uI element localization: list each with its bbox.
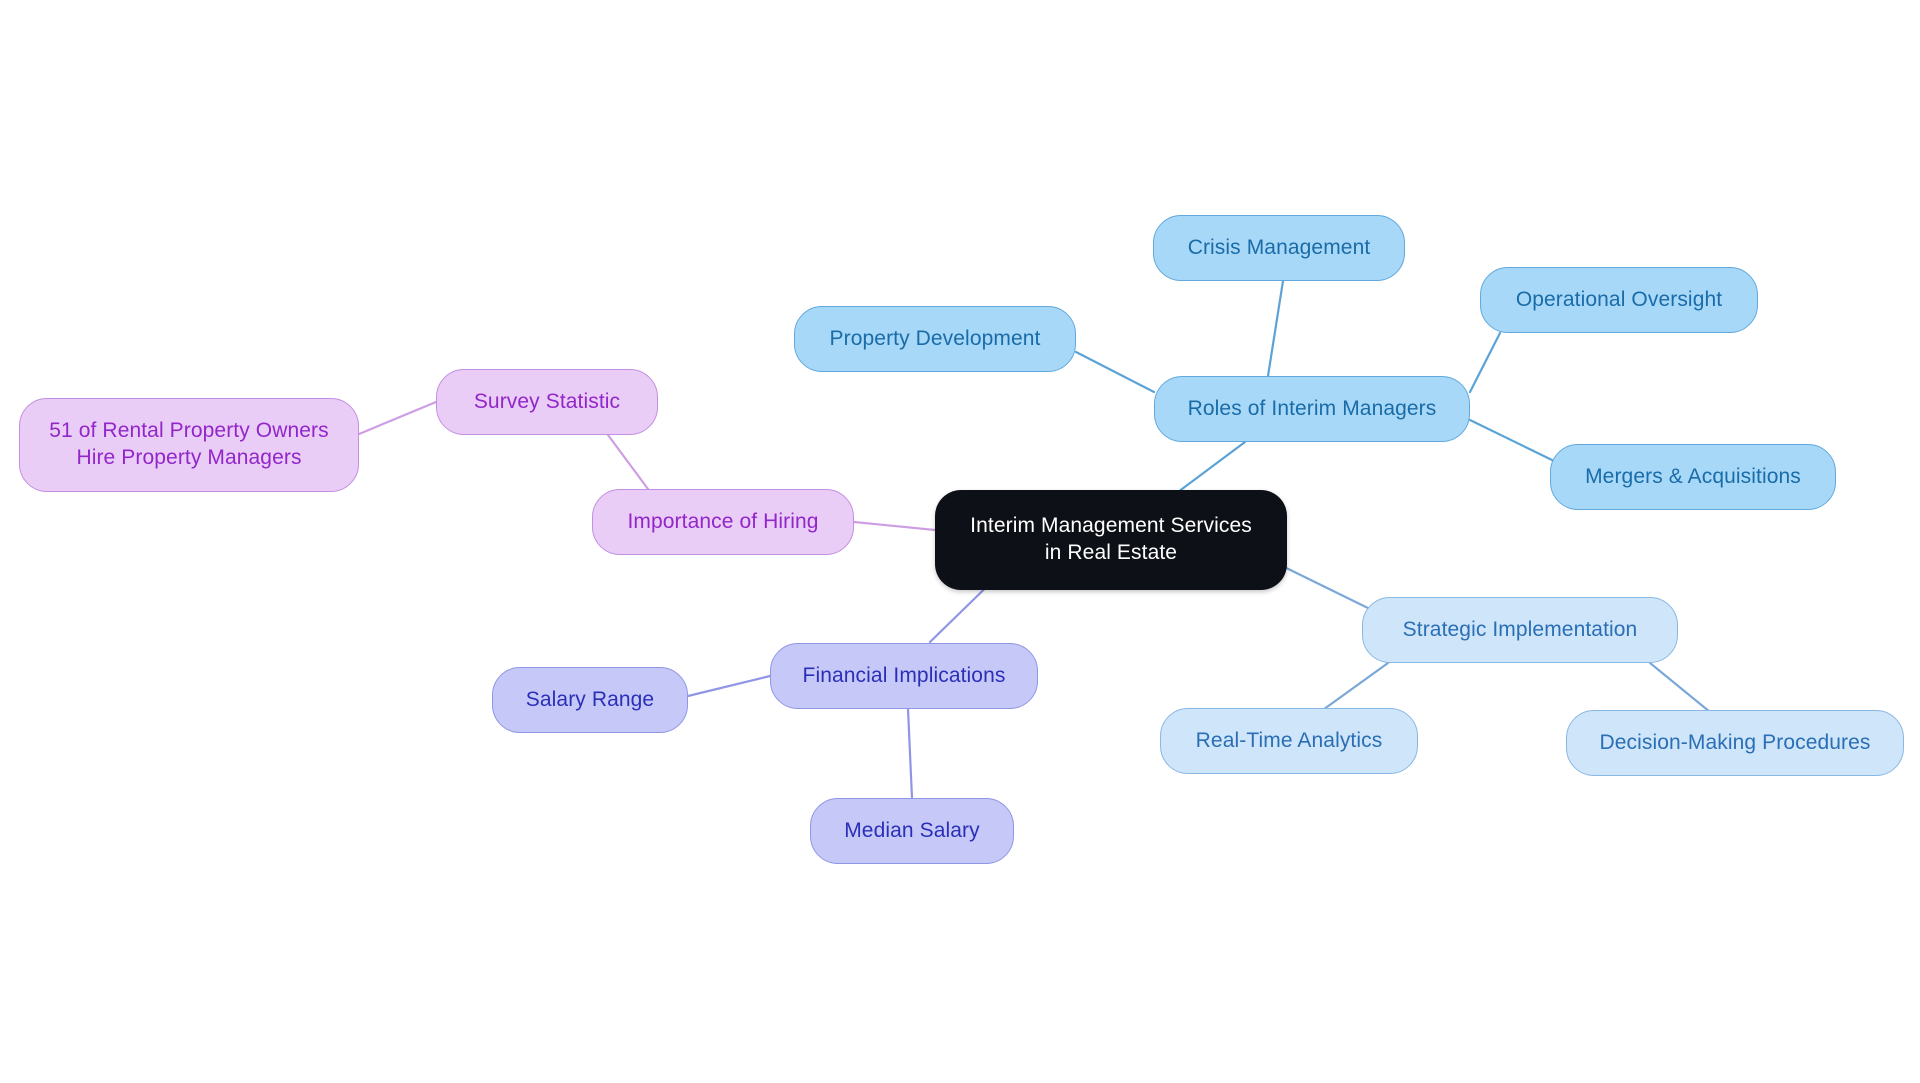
mindmap-node-decision-making-procedures[interactable]: Decision-Making Procedures (1566, 710, 1904, 776)
mindmap-node-operational-oversight[interactable]: Operational Oversight (1480, 267, 1758, 333)
mindmap-node-salary-range[interactable]: Salary Range (492, 667, 688, 733)
edge-root-roles (1176, 440, 1247, 494)
mindmap-node-importance-of-hiring[interactable]: Importance of Hiring (592, 489, 854, 555)
mindmap-node-strategic-implementation[interactable]: Strategic Implementation (1362, 597, 1678, 663)
mindmap-node-mergers-acquisitions[interactable]: Mergers & Acquisitions (1550, 444, 1836, 510)
mindmap-node-property-development[interactable]: Property Development (794, 306, 1076, 372)
edge-roles-mergers (1468, 418, 1554, 462)
edge-strategic-decision (1648, 661, 1712, 714)
edge-roles-operational (1468, 331, 1502, 394)
mindmap-node-label: Real-Time Analytics (1195, 728, 1383, 752)
mindmap-node-root[interactable]: Interim Management Services in Real Esta… (935, 490, 1287, 590)
mindmap-node-survey-statistic[interactable]: Survey Statistic (436, 369, 658, 435)
edge-strategic-analytics (1318, 661, 1390, 714)
mindmap-node-label: Financial Implications (802, 663, 1006, 687)
mindmap-node-label: Crisis Management (1187, 235, 1371, 259)
mindmap-node-label: Strategic Implementation (1402, 617, 1638, 641)
mindmap-node-label: Salary Range (525, 687, 655, 711)
edge-survey-stat (357, 400, 438, 436)
mindmap-node-label: Mergers & Acquisitions (1585, 464, 1801, 488)
mindmap-node-label: Roles of Interim Managers (1187, 396, 1437, 420)
edge-root-importance (852, 520, 937, 532)
edge-importance-survey (606, 433, 650, 491)
mindmap-node-label: Decision-Making Procedures (1599, 730, 1871, 754)
mindmap-node-label: Property Development (829, 326, 1041, 350)
mindmap-node-crisis-management[interactable]: Crisis Management (1153, 215, 1405, 281)
mindmap-node-label: Operational Oversight (1515, 287, 1723, 311)
mindmap-node-label: Interim Management Services in Real Esta… (970, 514, 1252, 564)
mindmap-node-roles[interactable]: Roles of Interim Managers (1154, 376, 1470, 442)
mindmap-node-rental-property-owners-stat[interactable]: 51 of Rental Property Owners Hire Proper… (19, 398, 359, 492)
mindmap-node-label: Survey Statistic (473, 389, 621, 413)
edge-financial-salary (686, 674, 772, 698)
mindmap-canvas: Interim Management Services in Real Esta… (0, 0, 1920, 1083)
mindmap-node-label: Importance of Hiring (627, 509, 819, 533)
mindmap-node-label: Median Salary (844, 818, 980, 842)
edge-roles-property (1074, 350, 1156, 394)
edge-financial-median (906, 707, 914, 800)
mindmap-node-label: 51 of Rental Property Owners Hire Proper… (49, 419, 329, 469)
mindmap-node-financial-implications[interactable]: Financial Implications (770, 643, 1038, 709)
mindmap-node-real-time-analytics[interactable]: Real-Time Analytics (1160, 708, 1418, 774)
mindmap-node-median-salary[interactable]: Median Salary (810, 798, 1014, 864)
edge-roles-crisis (1266, 279, 1285, 378)
